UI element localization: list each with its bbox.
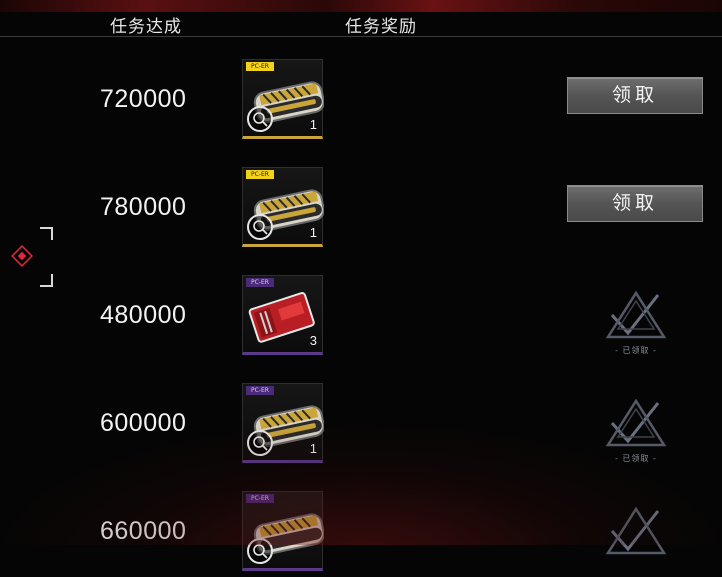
claim-button[interactable]: 领取 bbox=[567, 77, 703, 114]
claimed-check-icon bbox=[605, 506, 667, 555]
item-quantity: 3 bbox=[309, 333, 317, 348]
task-score: 720000 bbox=[100, 85, 187, 113]
rarity-tag: PC-ER bbox=[246, 494, 274, 503]
rarity-tag: PC-ER bbox=[246, 386, 274, 395]
claim-button[interactable]: 领取 bbox=[567, 185, 703, 222]
task-row: 660000 PC-ER bbox=[0, 491, 722, 577]
claimed-check-icon bbox=[605, 290, 667, 339]
magnify-icon[interactable] bbox=[247, 430, 273, 456]
top-banner-glow bbox=[0, 0, 722, 12]
task-row: 480000 PC-ER 3 - 已领取 - bbox=[0, 275, 722, 361]
reward-item-card[interactable]: PC-ER bbox=[242, 491, 324, 571]
claimed-label: - 已领取 - bbox=[615, 346, 657, 355]
task-score: 660000 bbox=[100, 517, 187, 545]
magnify-icon[interactable] bbox=[247, 538, 273, 564]
task-score: 480000 bbox=[100, 301, 187, 329]
header-divider bbox=[0, 36, 722, 37]
claimed-stamp: - 已领取 - bbox=[604, 397, 668, 463]
reward-item-card[interactable]: PC-ER 3 bbox=[242, 275, 323, 355]
column-header-score: 任务达成 bbox=[110, 17, 182, 37]
task-row: 780000 PC-ER 1 领取 bbox=[0, 167, 722, 253]
task-row: 720000 PC-ER 1 领取 bbox=[0, 59, 722, 145]
rarity-tag: PC-ER bbox=[246, 62, 274, 71]
claimed-check-icon bbox=[605, 398, 667, 447]
item-quantity: 1 bbox=[309, 441, 317, 456]
item-quantity: 1 bbox=[309, 117, 317, 132]
reward-item-card[interactable]: PC-ER 1 bbox=[242, 59, 324, 139]
task-row: 600000 PC-ER 1 - 已领取 - bbox=[0, 383, 722, 469]
magnify-icon[interactable] bbox=[247, 214, 273, 240]
magnify-icon[interactable] bbox=[247, 106, 273, 132]
rarity-tag: PC-ER bbox=[246, 170, 274, 179]
reward-item-card[interactable]: PC-ER 1 bbox=[242, 167, 324, 247]
item-quantity: 1 bbox=[309, 225, 317, 240]
claimed-stamp bbox=[604, 505, 668, 569]
rarity-tag: PC-ER bbox=[246, 278, 274, 287]
claimed-label: - 已领取 - bbox=[615, 454, 657, 463]
claimed-stamp: - 已领取 - bbox=[604, 289, 668, 355]
column-header-reward: 任务奖励 bbox=[345, 17, 417, 37]
task-score: 600000 bbox=[100, 409, 187, 437]
reward-item-card[interactable]: PC-ER 1 bbox=[242, 383, 324, 463]
task-score: 780000 bbox=[100, 193, 187, 221]
